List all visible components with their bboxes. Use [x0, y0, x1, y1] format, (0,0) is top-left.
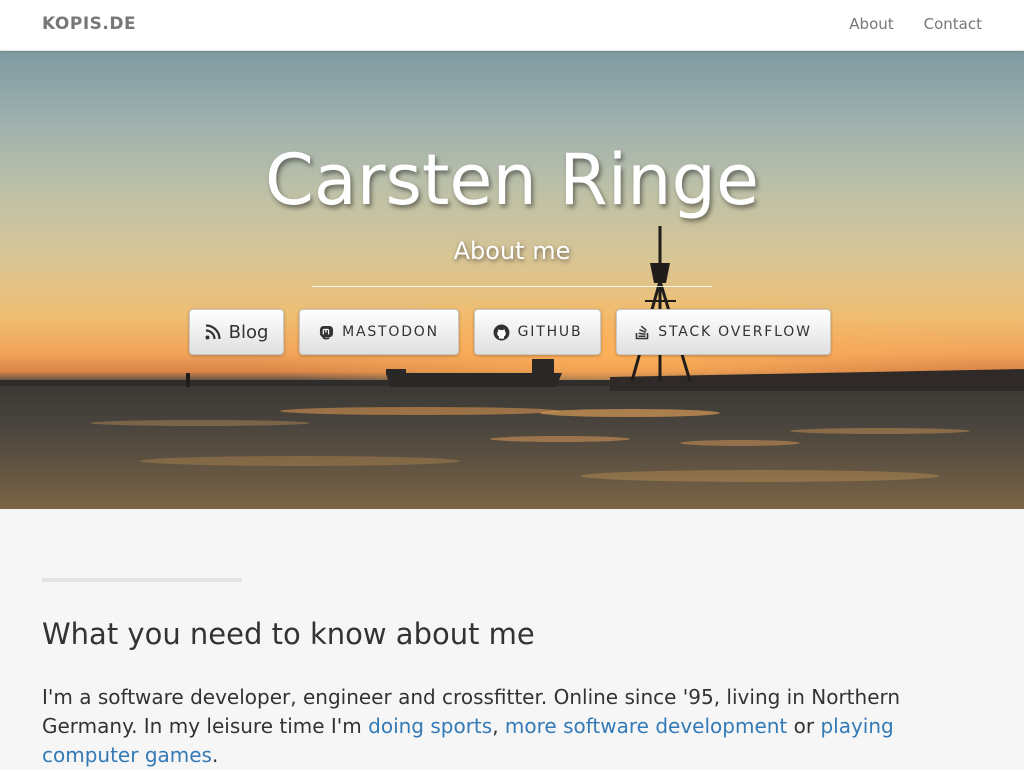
intro-paragraph: I'm a software developer, engineer and c… [42, 683, 982, 770]
hero-divider [312, 286, 712, 287]
nav-about-link[interactable]: About [849, 15, 893, 33]
main-content: What you need to know about me I'm a sof… [0, 509, 1024, 768]
or-separator: or [793, 714, 815, 738]
mastodon-button[interactable]: MASTODON [299, 309, 459, 355]
comma-separator: , [492, 714, 499, 738]
hero-background-image [0, 226, 1024, 509]
stack-overflow-button-label: STACK OVERFLOW [658, 324, 812, 340]
section-heading: What you need to know about me [42, 617, 535, 651]
github-icon [493, 324, 510, 341]
end-period: . [211, 743, 219, 767]
doing-sports-link[interactable]: doing sports [368, 714, 492, 738]
top-navbar: KOPIS.DE About Contact [0, 0, 1024, 51]
stack-overflow-button[interactable]: STACK OVERFLOW [616, 309, 831, 355]
hero-title: Carsten Ringe [264, 139, 760, 221]
hero-subtitle: About me [453, 237, 571, 265]
section-divider [42, 578, 242, 582]
rss-icon [205, 324, 221, 340]
nav-contact-link[interactable]: Contact [924, 15, 982, 33]
stack-overflow-icon [635, 324, 650, 340]
hero-header: Carsten Ringe About me Blog MASTODON GIT… [0, 51, 1024, 509]
blog-button-label: Blog [228, 321, 269, 343]
blog-button[interactable]: Blog [189, 309, 284, 355]
software-development-link[interactable]: more software development [505, 714, 787, 738]
nav-links: About Contact [849, 15, 982, 33]
github-button[interactable]: GITHUB [474, 309, 601, 355]
brand-link[interactable]: KOPIS.DE [42, 14, 136, 34]
mastodon-icon [319, 325, 334, 340]
github-button-label: GITHUB [517, 324, 583, 340]
mastodon-button-label: MASTODON [342, 324, 439, 340]
